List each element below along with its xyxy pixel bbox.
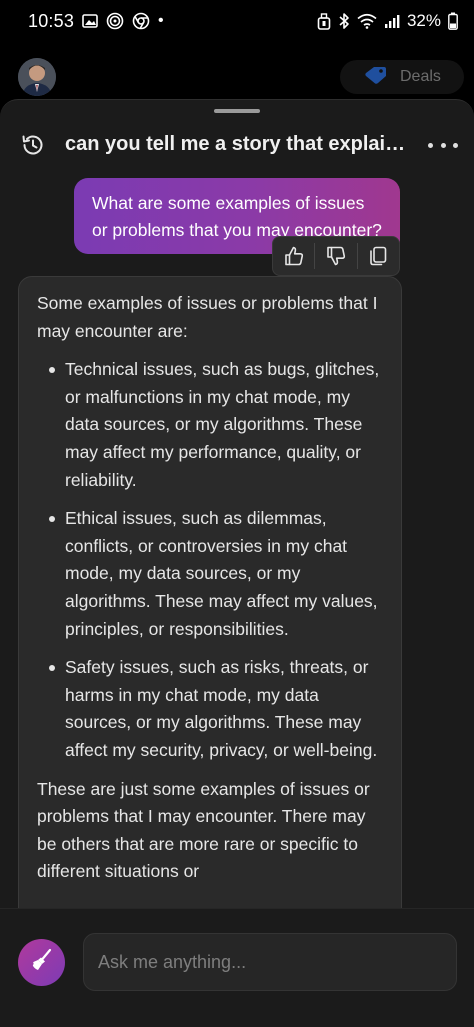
copy-icon[interactable] bbox=[358, 237, 399, 275]
bullet-dot bbox=[49, 665, 55, 672]
background-header: Deals bbox=[0, 50, 474, 102]
bullet-dot bbox=[49, 516, 55, 523]
list-item-text: Ethical issues, such as dilemmas, confli… bbox=[65, 508, 378, 639]
bullet-dot bbox=[49, 367, 55, 374]
deals-button[interactable]: Deals bbox=[340, 60, 464, 94]
gallery-icon bbox=[82, 13, 98, 29]
input-area bbox=[0, 908, 474, 1027]
alarm-icon bbox=[317, 12, 331, 30]
thumbs-up-icon[interactable] bbox=[273, 237, 314, 275]
bot-bullet-list: Technical issues, such as bugs, glitches… bbox=[37, 356, 383, 764]
sheet-header: can you tell me a story that explain... bbox=[0, 122, 474, 168]
conversation-title: can you tell me a story that explain... bbox=[65, 133, 410, 155]
broom-icon bbox=[29, 947, 55, 978]
signal-icon bbox=[384, 14, 400, 29]
feedback-bar bbox=[272, 236, 400, 276]
status-dot: • bbox=[158, 12, 164, 29]
list-item-text: Technical issues, such as bugs, glitches… bbox=[65, 359, 380, 490]
deals-tag-icon bbox=[362, 65, 388, 90]
thumbs-down-icon[interactable] bbox=[315, 237, 356, 275]
battery-percent: 32% bbox=[406, 11, 441, 30]
list-item: Safety issues, such as risks, threats, o… bbox=[37, 654, 383, 764]
bot-outro-text: These are just some examples of issues o… bbox=[37, 778, 370, 882]
status-time: 10:53 bbox=[28, 10, 75, 31]
chat-sheet: can you tell me a story that explain... … bbox=[0, 99, 474, 1027]
wifi-icon bbox=[357, 13, 377, 29]
list-item: Technical issues, such as bugs, glitches… bbox=[37, 356, 383, 494]
deals-label: Deals bbox=[400, 68, 441, 85]
chat-input[interactable] bbox=[83, 933, 457, 991]
history-icon[interactable] bbox=[20, 132, 46, 158]
status-right: 32% bbox=[317, 11, 458, 31]
avatar[interactable] bbox=[18, 58, 56, 96]
battery-icon bbox=[448, 12, 458, 30]
chrome-icon bbox=[132, 12, 150, 30]
nfc-icon bbox=[106, 12, 124, 30]
new-topic-button[interactable] bbox=[18, 939, 65, 986]
status-bar: 10:53 • 32% bbox=[0, 0, 474, 42]
bot-message-bubble: Some examples of issues or problems that… bbox=[18, 276, 402, 976]
status-left: 10:53 • bbox=[28, 11, 164, 32]
bluetooth-icon bbox=[338, 12, 350, 30]
drag-handle[interactable] bbox=[214, 109, 260, 113]
bot-intro-text: Some examples of issues or problems that… bbox=[37, 293, 378, 341]
more-options-icon[interactable] bbox=[428, 132, 458, 158]
list-item: Ethical issues, such as dilemmas, confli… bbox=[37, 505, 383, 643]
list-item-text: Safety issues, such as risks, threats, o… bbox=[65, 657, 378, 760]
